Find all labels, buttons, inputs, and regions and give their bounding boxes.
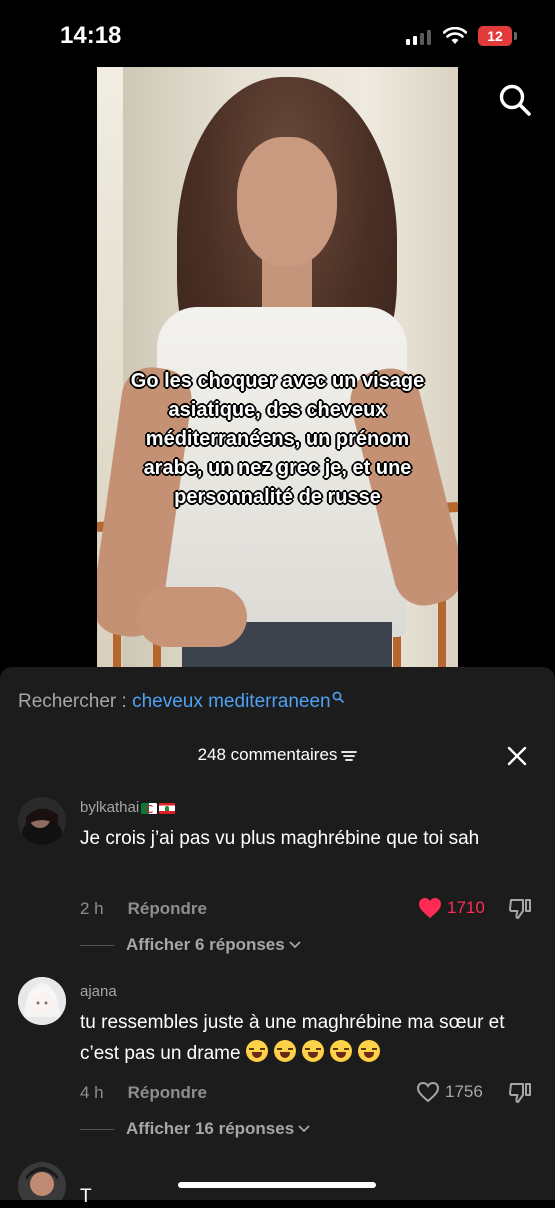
search-prefix: Rechercher :	[18, 691, 127, 712]
comments-header: 248 commentaires	[0, 745, 555, 765]
comment-meta: 2 h Répondre	[80, 899, 207, 919]
comment-time: 2 h	[80, 899, 104, 918]
view-replies-button[interactable]: Afficher 6 réponses	[80, 935, 301, 955]
close-icon[interactable]	[506, 745, 528, 767]
view-replies-label: Afficher 16 réponses	[126, 1119, 295, 1138]
comment-text: tu ressembles juste à une maghrébine ma …	[80, 1007, 530, 1069]
battery-tip	[514, 32, 517, 40]
dislike-icon[interactable]	[508, 1081, 532, 1105]
avatar[interactable]	[18, 1162, 66, 1200]
heart-outline-icon	[416, 1081, 440, 1103]
search-small-icon	[332, 691, 344, 703]
video-person-face	[237, 137, 337, 267]
avatar-image	[18, 1162, 66, 1200]
next-comment-text: T	[80, 1186, 92, 1207]
video-caption: Go les choquer avec un visage asiatique,…	[130, 370, 425, 508]
search-icon[interactable]	[498, 83, 532, 117]
like-button[interactable]: 1710	[418, 897, 485, 919]
video-person-hand	[137, 587, 247, 647]
avatar-image	[18, 977, 66, 1025]
comment-username[interactable]: ajana	[80, 983, 117, 1000]
comments-count: 248 commentaires	[197, 745, 338, 764]
cellular-signal-icon	[406, 30, 431, 45]
reply-button[interactable]: Répondre	[128, 899, 207, 918]
battery-level: 12	[487, 28, 503, 44]
chevron-down-icon	[298, 1125, 310, 1133]
comment-meta: 4 h Répondre	[80, 1083, 207, 1103]
wifi-icon	[443, 27, 467, 44]
chevron-down-icon	[289, 941, 301, 949]
comment-text: Je crois j’ai pas vu plus maghrébine que…	[80, 828, 480, 849]
username-text: bylkathai	[80, 799, 140, 816]
comment-username[interactable]: bylkathai	[80, 799, 176, 816]
sort-icon[interactable]	[341, 750, 358, 762]
search-term-link[interactable]: cheveux mediterraneen	[132, 691, 331, 712]
view-replies-button[interactable]: Afficher 16 réponses	[80, 1119, 310, 1139]
dislike-icon[interactable]	[508, 897, 532, 921]
laughing-crying-emoji-icon	[245, 1040, 386, 1064]
status-time: 14:18	[60, 22, 122, 49]
battery-indicator: 12	[478, 26, 512, 46]
view-replies-label: Afficher 6 réponses	[126, 935, 285, 954]
search-suggestion[interactable]: Rechercher : cheveux mediterraneen	[18, 691, 344, 713]
like-count: 1710	[447, 898, 485, 917]
avatar[interactable]	[18, 797, 66, 845]
replies-divider	[80, 944, 114, 946]
comments-panel: Rechercher : cheveux mediterraneen 248 c…	[0, 667, 555, 1200]
video-player[interactable]: Go les choquer avec un visage asiatique,…	[97, 67, 458, 667]
lebanon-flag-icon	[159, 802, 176, 814]
algeria-flag-icon	[141, 802, 158, 814]
home-indicator[interactable]	[178, 1182, 376, 1188]
replies-divider	[80, 1128, 114, 1130]
reply-button[interactable]: Répondre	[128, 1083, 207, 1102]
status-bar: 14:18 12	[0, 0, 555, 70]
avatar-image	[18, 797, 66, 845]
comment-time: 4 h	[80, 1083, 104, 1102]
like-count: 1756	[445, 1082, 483, 1101]
like-button[interactable]: 1756	[416, 1081, 483, 1103]
avatar[interactable]	[18, 977, 66, 1025]
heart-filled-icon	[419, 898, 441, 918]
